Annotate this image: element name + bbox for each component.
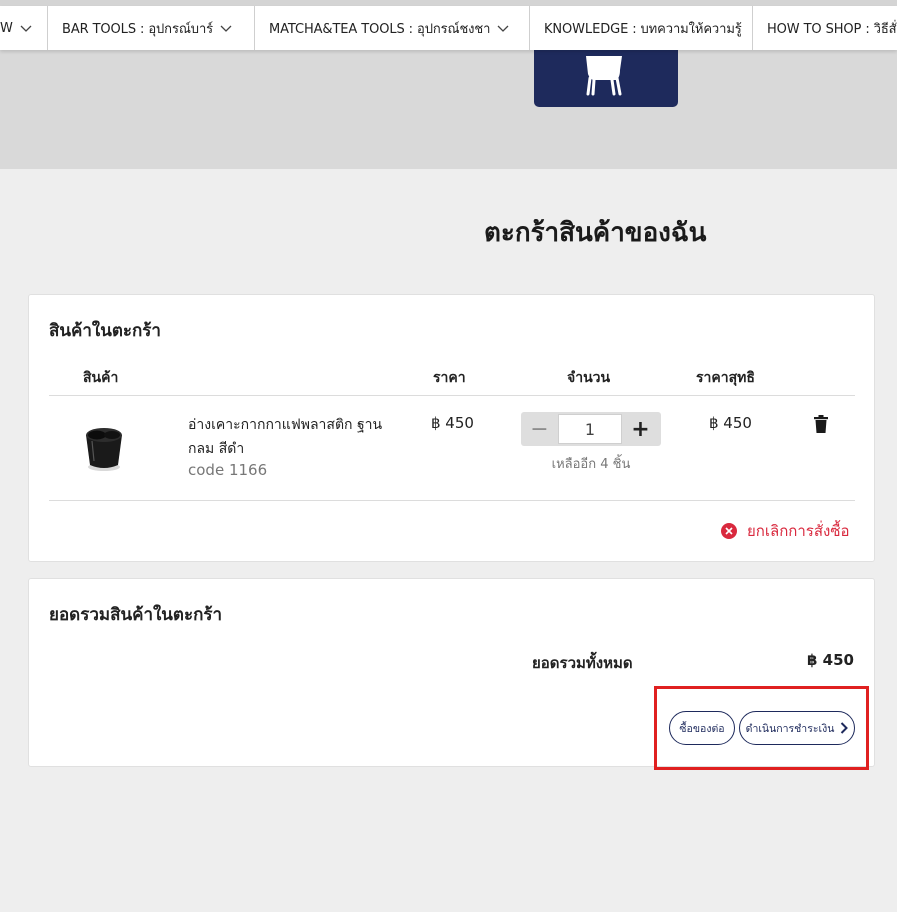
increase-quantity-button[interactable]: +	[622, 412, 659, 446]
quantity-input[interactable]	[558, 414, 622, 444]
chevron-right-icon	[840, 722, 849, 734]
continue-shopping-label: ซื้อของต่อ	[679, 722, 725, 735]
trash-icon[interactable]	[813, 415, 829, 433]
divider	[49, 395, 855, 396]
nav-item-label: BAR TOOLS : อุปกรณ์บาร์	[62, 21, 214, 37]
close-circle-icon	[721, 523, 737, 539]
cancel-order-label: ยกเลิกการสั่งซื้อ	[747, 522, 850, 540]
knock-box-black-icon[interactable]	[81, 423, 127, 473]
cancel-order-button[interactable]: ยกเลิกการสั่งซื้อ	[721, 519, 850, 543]
quantity-stepper: − +	[521, 412, 661, 446]
nav-item-label: MATCHA&TEA TOOLS : อุปกรณ์ชงชา	[269, 21, 491, 37]
product-code: code 1166	[188, 461, 268, 479]
chevron-down-icon	[496, 21, 510, 35]
checkout-label: ดำเนินการชำระเงิน	[745, 722, 835, 735]
checkout-button[interactable]: ดำเนินการชำระเงิน	[739, 711, 855, 745]
header-band	[0, 50, 897, 169]
nav-item-how-to-shop[interactable]: HOW TO SHOP : วิธีสั่ง	[753, 6, 897, 50]
nav-item-bar-tools[interactable]: BAR TOOLS : อุปกรณ์บาร์	[48, 6, 255, 50]
net-price: ฿ 450	[709, 414, 752, 432]
cart-card: สินค้าในตะกร้า สินค้า ราคา จำนวน ราคาสุท…	[28, 294, 875, 562]
column-header-product: สินค้า	[83, 370, 119, 386]
column-header-quantity: จำนวน	[567, 370, 611, 386]
chevron-down-icon	[19, 21, 33, 35]
cart-heading: สินค้าในตะกร้า	[49, 321, 161, 341]
stock-note: เหลืออีก 4 ชิ้น	[551, 457, 631, 472]
total-value: ฿ 450	[807, 651, 854, 669]
continue-shopping-button[interactable]: ซื้อของต่อ	[669, 711, 735, 745]
chevron-down-icon	[219, 21, 233, 35]
total-label: ยอดรวมทั้งหมด	[532, 654, 633, 672]
brand-logo[interactable]	[534, 50, 678, 107]
nav-item-w[interactable]: W	[0, 6, 48, 50]
nav-item-label: W	[0, 20, 13, 36]
page-title: ตะกร้าสินค้าของฉัน	[484, 218, 707, 248]
column-header-price: ราคา	[433, 370, 466, 386]
unit-price: ฿ 450	[431, 414, 474, 432]
summary-heading: ยอดรวมสินค้าในตะกร้า	[49, 605, 223, 625]
main-nav: W BAR TOOLS : อุปกรณ์บาร์ MATCHA&TEA TOO…	[0, 6, 897, 50]
nav-item-label: KNOWLEDGE : บทความให้ความรู้	[544, 21, 742, 37]
divider	[49, 500, 855, 501]
summary-card: ยอดรวมสินค้าในตะกร้า ยอดรวมทั้งหมด ฿ 450…	[28, 578, 875, 767]
column-header-net-price: ราคาสุทธิ	[696, 370, 755, 386]
goat-logo-icon	[586, 56, 622, 96]
decrease-quantity-button[interactable]: −	[521, 412, 558, 446]
product-name[interactable]: อ่างเคาะกากกาแฟพลาสติก ฐานกลม สีดำ	[188, 413, 388, 461]
nav-item-matcha-tea-tools[interactable]: MATCHA&TEA TOOLS : อุปกรณ์ชงชา	[255, 6, 530, 50]
nav-item-knowledge[interactable]: KNOWLEDGE : บทความให้ความรู้	[530, 6, 753, 50]
nav-item-label: HOW TO SHOP : วิธีสั่ง	[767, 21, 897, 37]
